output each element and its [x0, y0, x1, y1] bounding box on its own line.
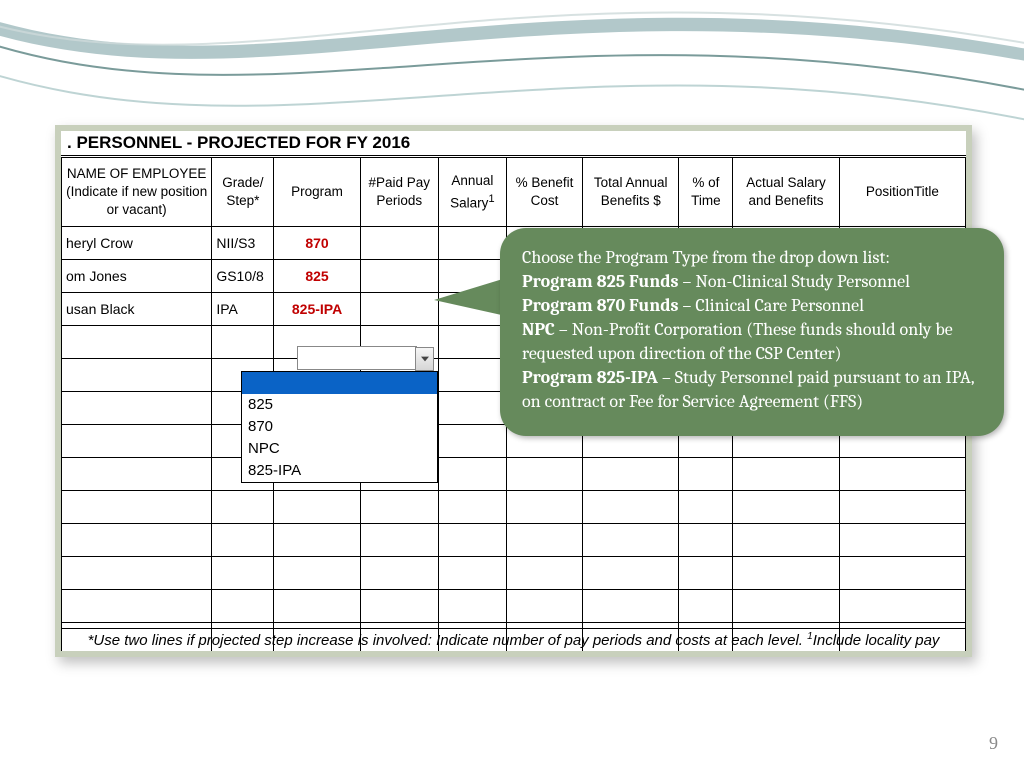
dropdown-option[interactable]: 870	[242, 416, 437, 438]
page-number: 9	[989, 733, 998, 754]
callout: Choose the Program Type from the drop do…	[500, 228, 1004, 436]
cell-grade[interactable]: GS10/8	[212, 260, 274, 293]
program-dropdown-list[interactable]: 825 870 NPC 825-IPA	[241, 371, 438, 483]
col-asb: Actual Salary and Benefits	[733, 158, 839, 227]
callout-intro: Choose the Program Type from the drop do…	[522, 247, 890, 268]
dropdown-option[interactable]: NPC	[242, 438, 437, 460]
dropdown-option[interactable]: 825-IPA	[242, 460, 437, 482]
cell-name[interactable]: usan Black	[62, 293, 212, 326]
cell-program[interactable]: 825	[274, 260, 360, 293]
table-row[interactable]	[62, 557, 966, 590]
cell-name[interactable]: om Jones	[62, 260, 212, 293]
col-grade: Grade/ Step*	[212, 158, 274, 227]
sheet-title: . PERSONNEL - PROJECTED FOR FY 2016	[67, 133, 410, 153]
cell-program[interactable]: 870	[274, 227, 360, 260]
dropdown-button[interactable]	[415, 347, 434, 371]
cell-grade[interactable]: IPA	[212, 293, 274, 326]
cell-ppp[interactable]	[360, 227, 438, 260]
title-rule	[61, 155, 966, 156]
slide: . PERSONNEL - PROJECTED FOR FY 2016 NAME…	[0, 0, 1024, 768]
col-benefit: % Benefit Cost	[506, 158, 582, 227]
callout-npc-label: NPC	[522, 319, 555, 340]
footnote: *Use two lines if projected step increas…	[61, 631, 966, 649]
col-ppp: #Paid Pay Periods	[360, 158, 438, 227]
table-row[interactable]	[62, 458, 966, 491]
header-row: NAME OF EMPLOYEE (Indicate if new positi…	[62, 158, 966, 227]
dropdown-option-blank[interactable]	[242, 372, 437, 394]
chevron-down-icon	[421, 356, 429, 362]
table-row[interactable]	[62, 524, 966, 557]
col-program: Program	[274, 158, 360, 227]
col-pt: PositionTitle	[839, 158, 965, 227]
cell-name[interactable]: heryl Crow	[62, 227, 212, 260]
bottom-rule	[61, 628, 966, 629]
cell-salary[interactable]	[438, 227, 506, 260]
cell-grade[interactable]: NII/S3	[212, 227, 274, 260]
col-tab: Total Annual Benefits $	[583, 158, 679, 227]
col-salary: Annual Salary1	[438, 158, 506, 227]
callout-825-label: Program 825 Funds	[522, 271, 678, 292]
callout-870-label: Program 870 Funds	[522, 295, 678, 316]
table-row[interactable]	[62, 590, 966, 623]
program-dropdown-cell[interactable]	[297, 346, 417, 370]
callout-tail	[434, 278, 506, 316]
col-name: NAME OF EMPLOYEE (Indicate if new positi…	[62, 158, 212, 227]
callout-ipa-label: Program 825-IPA	[522, 367, 658, 388]
cell-program[interactable]: 825-IPA	[274, 293, 360, 326]
col-pct: % of Time	[679, 158, 733, 227]
dropdown-option[interactable]: 825	[242, 394, 437, 416]
table-row[interactable]	[62, 491, 966, 524]
